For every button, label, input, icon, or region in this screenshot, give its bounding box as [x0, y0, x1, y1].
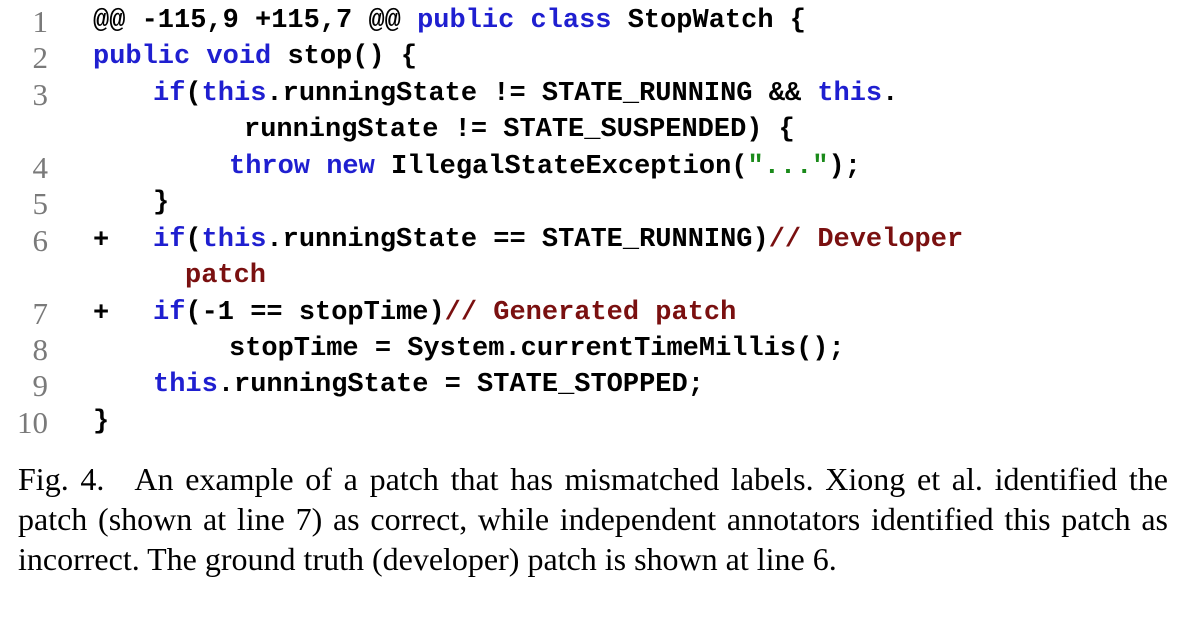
diff-added-marker: +: [93, 299, 110, 329]
code-text: .runningState = STATE_STOPPED;: [217, 370, 704, 400]
code-text: IllegalStateException(: [391, 152, 748, 182]
keyword: this: [153, 370, 218, 400]
code-line-8: stopTime = System.currentTimeMillis();: [229, 334, 845, 364]
code-line-3-continued: runningState != STATE_SUSPENDED) {: [244, 115, 795, 145]
keyword: this: [817, 79, 883, 109]
keyword: public: [417, 6, 515, 36]
line-number: 4: [32, 150, 49, 185]
keyword: if: [153, 225, 186, 255]
code-text: stop() {: [287, 42, 418, 72]
keyword: void: [206, 42, 272, 72]
keyword: throw: [229, 152, 311, 182]
line-number: 9: [32, 368, 49, 403]
diff-added-marker: +: [93, 226, 110, 256]
figure-label: Fig. 4.: [18, 461, 105, 497]
hunk-header: @@ -115,9 +115,7 @@: [93, 6, 401, 36]
keyword: this: [201, 79, 267, 109]
code-line-4: throw new IllegalStateException("...");: [229, 152, 861, 182]
code-line-2: public void stop() {: [93, 42, 417, 72]
code-text: );: [828, 152, 861, 182]
code-text: StopWatch {: [627, 6, 806, 36]
code-comment: patch: [185, 261, 267, 291]
caption-text: An example of a patch that has mismatche…: [18, 461, 1168, 577]
figure-caption: Fig. 4. An example of a patch that has mi…: [18, 459, 1168, 579]
line-number: 6: [32, 223, 49, 258]
line-number: 2: [32, 40, 49, 75]
code-text: .: [882, 79, 899, 109]
code-line-3: if(this.runningState != STATE_RUNNING &&…: [153, 79, 898, 109]
line-number: 1: [32, 4, 49, 39]
keyword: class: [530, 6, 612, 36]
line-number: 7: [32, 296, 49, 331]
code-text: .runningState == STATE_RUNNING): [266, 225, 769, 255]
code-line-9: this.runningState = STATE_STOPPED;: [153, 370, 704, 400]
keyword: if: [153, 79, 186, 109]
keyword: if: [153, 298, 186, 328]
line-number: 5: [32, 186, 49, 221]
keyword: this: [201, 225, 267, 255]
code-comment: // Developer: [768, 225, 964, 255]
code-text: (-1 == stopTime): [185, 298, 445, 328]
keyword: new: [326, 152, 375, 182]
line-number: 3: [32, 77, 49, 112]
keyword: public: [93, 42, 191, 72]
code-line-7: if(-1 == stopTime)// Generated patch: [153, 298, 736, 328]
code-line-6: if(this.runningState == STATE_RUNNING)//…: [153, 225, 963, 255]
code-line-1: @@ -115,9 +115,7 @@ public class StopWat…: [93, 6, 806, 36]
code-line-5: }: [153, 188, 170, 218]
code-text: .runningState != STATE_RUNNING &&: [266, 79, 818, 109]
code-line-10: }: [93, 407, 110, 437]
line-number: 10: [17, 405, 48, 440]
code-text: (: [185, 79, 202, 109]
line-number: 8: [32, 332, 49, 367]
code-comment: // Generated patch: [444, 298, 737, 328]
string-literal: "...": [747, 152, 829, 182]
code-text: (: [185, 225, 202, 255]
